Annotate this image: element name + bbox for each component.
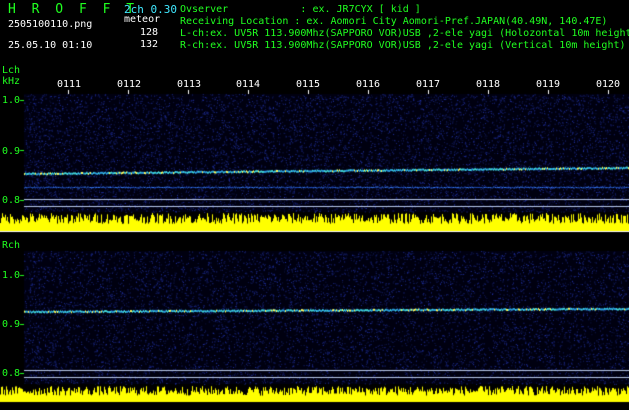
lch-label: Lch: [2, 65, 21, 76]
filename-label: 2505100110.png: [8, 19, 93, 30]
time-tick: 0118: [476, 79, 501, 90]
time-tick: 0116: [356, 79, 381, 90]
location-line: Receiving Location : ex. Aomori City Aom…: [180, 16, 608, 27]
rch-label: Rch: [2, 240, 21, 251]
mode-label: meteor: [124, 14, 161, 25]
rch-description: R-ch:ex. UV5R 113.900Mhz(SAPPORO VOR)USB…: [180, 40, 626, 51]
rch-count: 132: [140, 39, 159, 50]
lch-tick-1.0: 1.0: [2, 95, 21, 106]
rch-tick-0.8: 0.8: [2, 368, 21, 379]
timestamp-label: 25.05.10 01:10: [8, 40, 93, 51]
time-tick: 0115: [296, 79, 321, 90]
spectrogram-canvas: [0, 0, 629, 410]
time-tick: 0113: [177, 79, 202, 90]
observer-line: Ovserver : ex. JR7CYX [ kid ]: [180, 4, 421, 15]
lch-tick-0.8: 0.8: [2, 195, 21, 206]
lch-tick-0.9: 0.9: [2, 146, 21, 157]
lch-count: 128: [140, 27, 159, 38]
time-tick: 0119: [536, 79, 561, 90]
time-tick: 0114: [236, 79, 261, 90]
lch-unit-label: kHz: [2, 76, 21, 87]
time-tick: 0117: [416, 79, 441, 90]
app-title: H R O F F T: [8, 2, 139, 17]
time-tick: 0112: [117, 79, 142, 90]
time-tick: 0111: [57, 79, 82, 90]
lch-description: L-ch:ex. UV5R 113.900Mhz(SAPPORO VOR)USB…: [180, 28, 629, 39]
rch-tick-0.9: 0.9: [2, 319, 21, 330]
rch-tick-1.0: 1.0: [2, 270, 21, 281]
time-tick: 0120: [596, 79, 621, 90]
